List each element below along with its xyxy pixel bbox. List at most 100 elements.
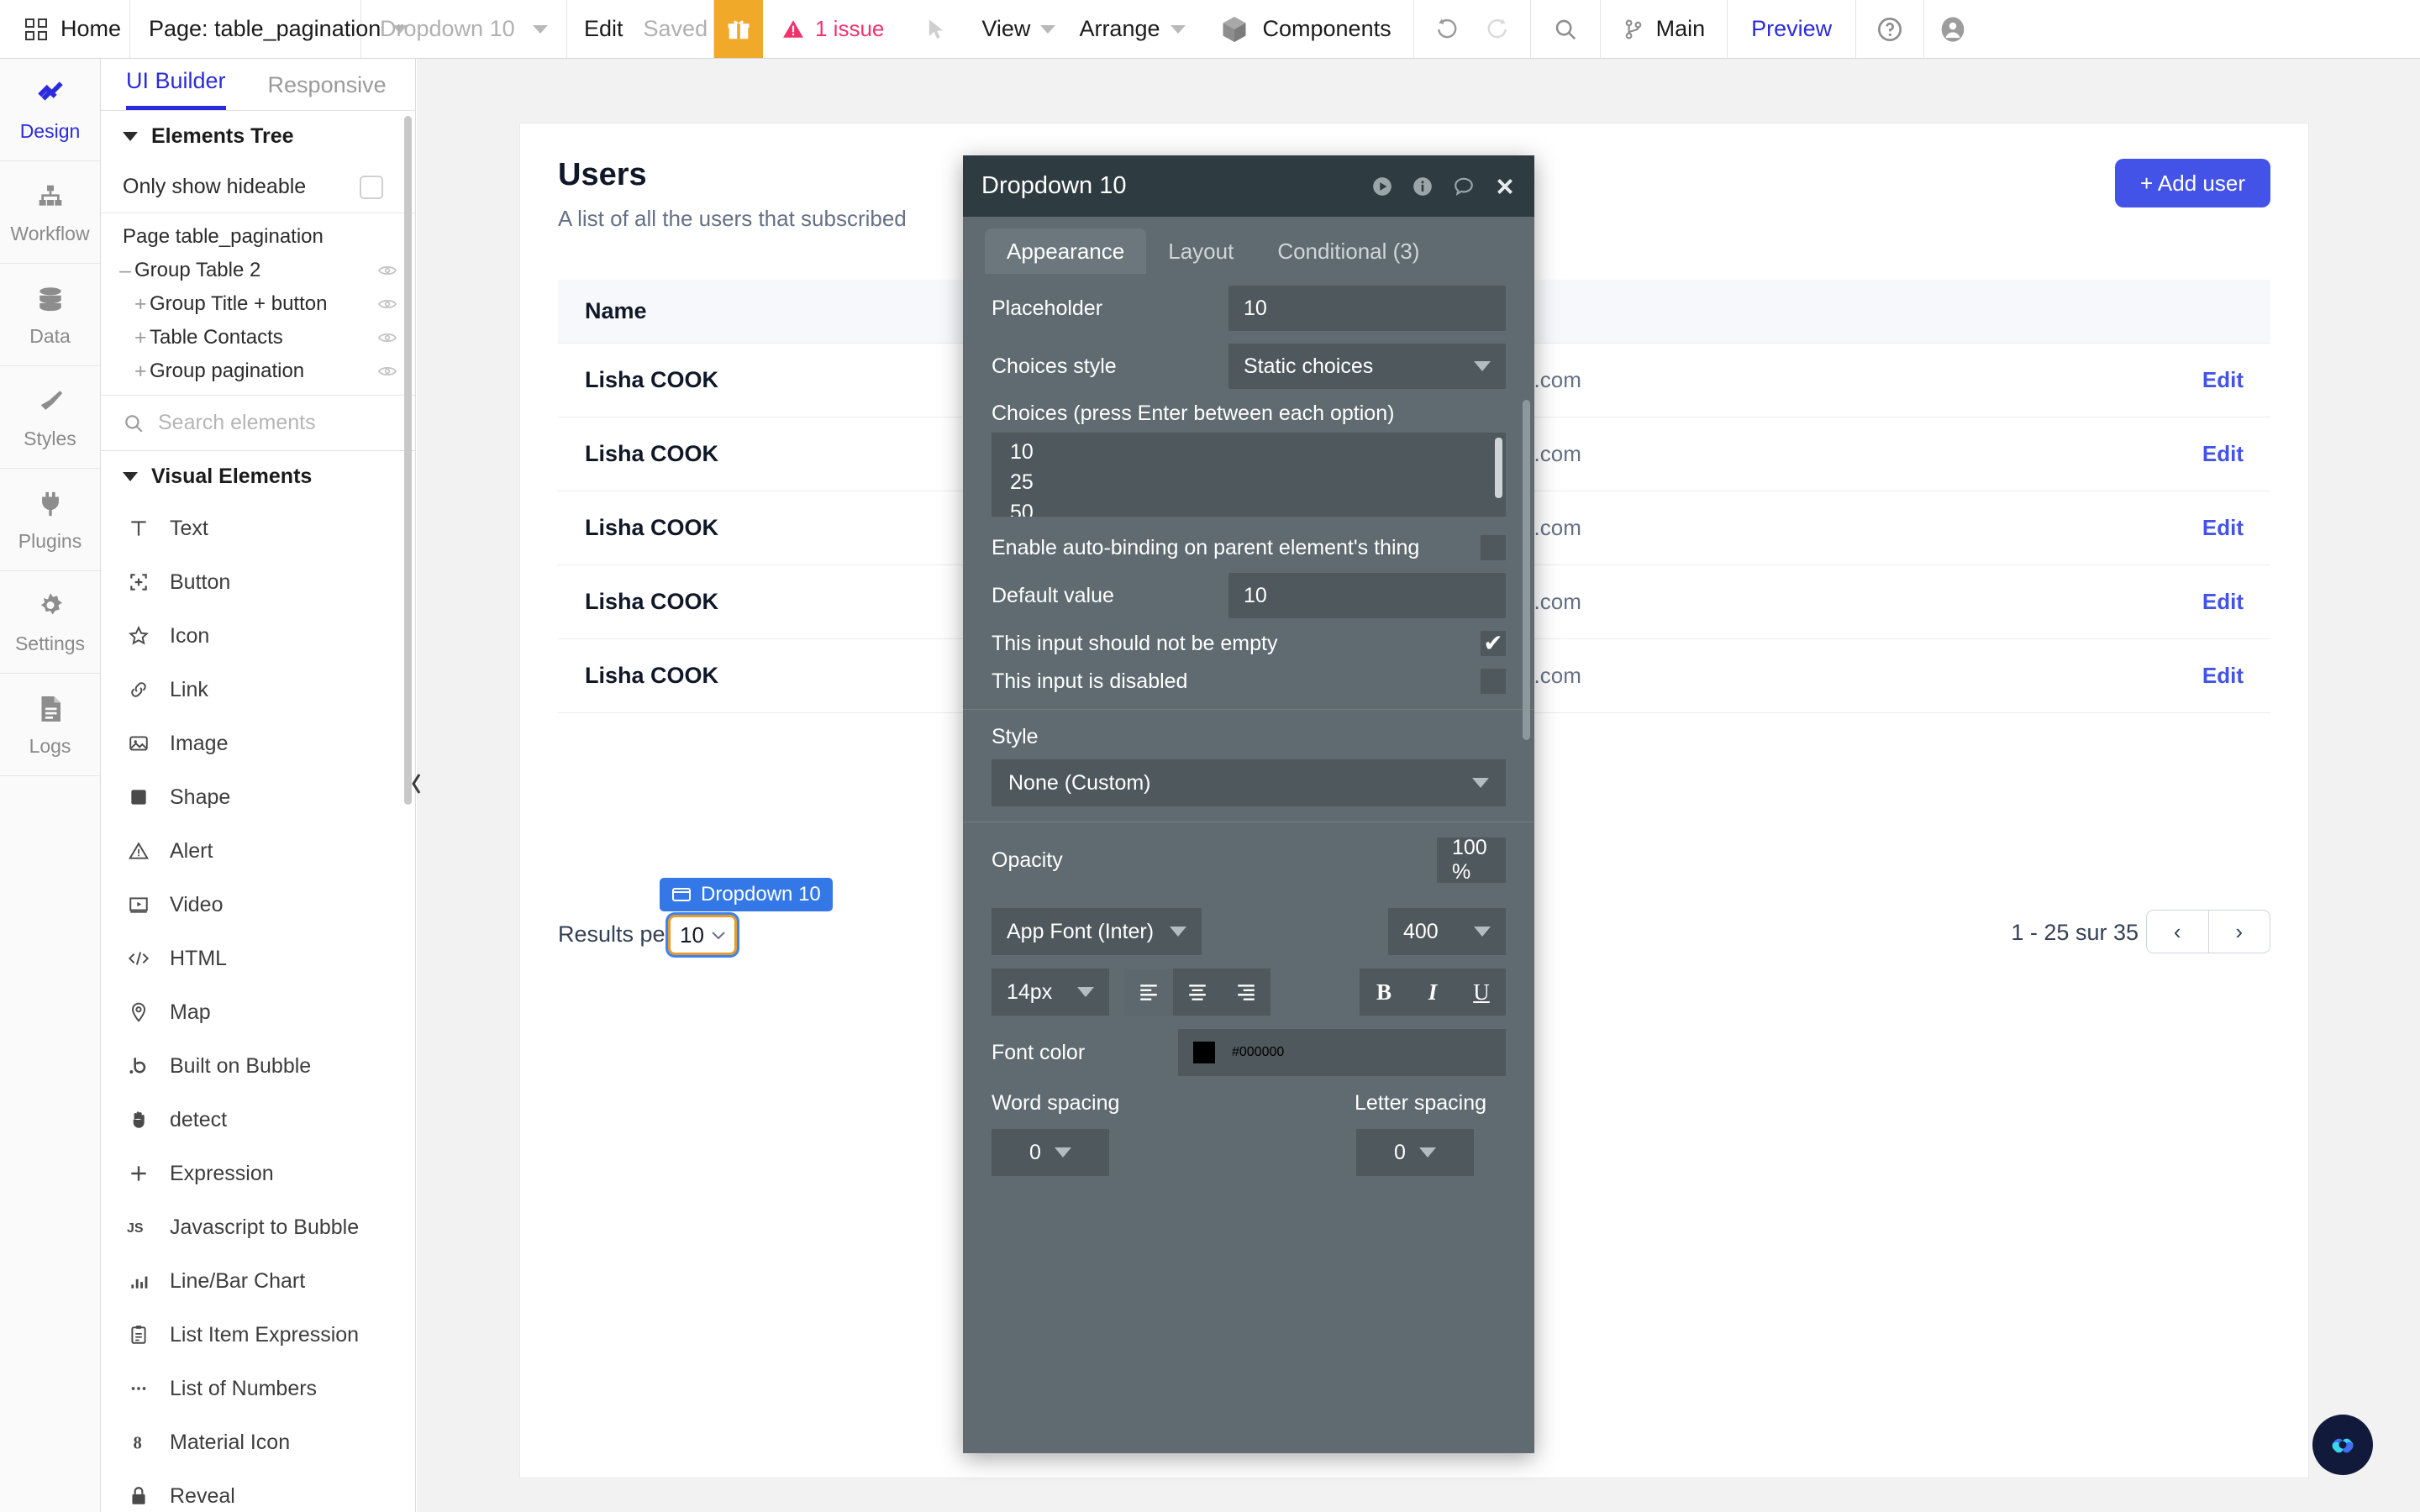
font-family-select[interactable]: App Font (Inter) — [992, 908, 1202, 955]
palette-item-reveal[interactable]: Reveal — [101, 1469, 415, 1512]
only-show-hideable-row[interactable]: Only show hideable — [101, 161, 415, 213]
eye-icon[interactable] — [378, 265, 397, 276]
pointer-tool[interactable] — [902, 0, 970, 58]
tree-expand-toggle[interactable]: + — [134, 360, 150, 384]
search-elements-row[interactable] — [101, 396, 415, 451]
tab-ui-builder[interactable]: UI Builder — [126, 68, 226, 110]
element-selector[interactable]: Dropdown 10 — [361, 0, 567, 58]
edit-label[interactable]: Edit — [584, 16, 623, 42]
redo-icon[interactable] — [1485, 17, 1512, 42]
branch-selector[interactable]: Main — [1601, 0, 1728, 58]
edit-link[interactable]: Edit — [2144, 367, 2270, 393]
issue-indicator[interactable]: 1 issue — [763, 0, 902, 58]
palette-item-expression[interactable]: Expression — [101, 1147, 415, 1200]
view-menu[interactable]: View — [970, 0, 1067, 58]
edit-link[interactable]: Edit — [2144, 515, 2270, 541]
align-left-button[interactable] — [1124, 969, 1173, 1016]
elements-tree-header[interactable]: Elements Tree — [101, 111, 415, 161]
visual-elements-header[interactable]: Visual Elements — [101, 451, 415, 501]
add-user-button[interactable]: + Add user — [2114, 159, 2270, 207]
sidebar-item-styles[interactable]: Styles — [0, 366, 100, 469]
tree-item-group-table-2[interactable]: – Group Table 2 — [101, 254, 415, 287]
palette-item-shape[interactable]: Shape — [101, 770, 415, 824]
preview-button[interactable]: Preview — [1728, 0, 1857, 58]
search-input[interactable] — [158, 411, 368, 435]
tab-responsive[interactable]: Responsive — [268, 72, 387, 110]
page-selector[interactable]: Page: table_pagination — [130, 0, 408, 58]
assistant-fab[interactable] — [2312, 1415, 2373, 1475]
eye-icon[interactable] — [378, 332, 397, 344]
sidebar-item-plugins[interactable]: Plugins — [0, 469, 100, 571]
dialog-header[interactable]: Dropdown 10 — [963, 155, 1534, 217]
edit-link[interactable]: Edit — [2144, 589, 2270, 615]
align-center-button[interactable] — [1173, 969, 1222, 1016]
tab-appearance[interactable]: Appearance — [985, 228, 1147, 274]
choices-scrollbar[interactable] — [1495, 438, 1502, 498]
palette-item-material-icon[interactable]: 8 Material Icon — [101, 1415, 415, 1469]
sidebar-item-design[interactable]: Design — [0, 59, 100, 161]
sidebar-item-data[interactable]: Data — [0, 264, 100, 366]
underline-button[interactable]: U — [1457, 969, 1506, 1016]
tree-item-page[interactable]: Page table_pagination — [101, 220, 415, 254]
opacity-input[interactable]: 100 % — [1437, 836, 1506, 884]
align-right-button[interactable] — [1222, 969, 1270, 1016]
next-page-button[interactable]: › — [2209, 911, 2270, 953]
close-button[interactable] — [1494, 176, 1516, 197]
tree-collapse-toggle[interactable]: – — [119, 259, 134, 283]
choices-style-select[interactable]: Static choices — [1228, 344, 1506, 389]
home-button[interactable]: Home — [0, 0, 130, 58]
font-size-select[interactable]: 14px — [992, 969, 1109, 1016]
panel-collapse-handle[interactable] — [409, 769, 424, 799]
palette-item-line-bar-chart[interactable]: Line/Bar Chart — [101, 1254, 415, 1308]
eye-icon[interactable] — [378, 365, 397, 377]
edit-link[interactable]: Edit — [2144, 441, 2270, 467]
arrange-menu[interactable]: Arrange — [1067, 0, 1197, 58]
results-per-page-dropdown[interactable]: 10 — [668, 915, 737, 955]
palette-item-link[interactable]: Link — [101, 663, 415, 717]
user-avatar[interactable] — [1924, 0, 1988, 58]
autobinding-checkbox[interactable] — [1481, 535, 1506, 560]
dialog-scrollbar[interactable] — [1523, 400, 1530, 740]
font-weight-select[interactable]: 400 — [1388, 908, 1506, 955]
palette-item-alert[interactable]: Alert — [101, 824, 415, 878]
preview-element-button[interactable] — [1371, 176, 1393, 197]
prev-page-button[interactable]: ‹ — [2147, 911, 2209, 953]
palette-item-built-on-bubble[interactable]: Built on Bubble — [101, 1039, 415, 1093]
gift-button[interactable] — [714, 0, 763, 58]
palette-item-button[interactable]: Button — [101, 555, 415, 609]
panel-scrollbar[interactable] — [404, 116, 412, 805]
search-button[interactable] — [1531, 0, 1601, 58]
tab-layout[interactable]: Layout — [1146, 228, 1255, 274]
tree-item-table-contacts[interactable]: + Table Contacts — [101, 321, 415, 354]
not-empty-checkbox[interactable]: ✔ — [1481, 631, 1506, 656]
tree-expand-toggle[interactable]: + — [134, 326, 150, 350]
help-button[interactable] — [1856, 0, 1925, 58]
bold-button[interactable]: B — [1360, 969, 1408, 1016]
eye-icon[interactable] — [378, 298, 397, 310]
tree-expand-toggle[interactable]: + — [134, 292, 150, 317]
only-show-hideable-checkbox[interactable] — [360, 175, 383, 199]
sidebar-item-settings[interactable]: Settings — [0, 571, 100, 674]
sidebar-item-workflow[interactable]: Workflow — [0, 161, 100, 264]
palette-item-detect[interactable]: detect — [101, 1093, 415, 1147]
tree-item-group-pagination[interactable]: + Group pagination — [101, 354, 415, 388]
palette-item-html[interactable]: HTML — [101, 932, 415, 985]
palette-item-javascript-to-bubble[interactable]: JS Javascript to Bubble — [101, 1200, 415, 1254]
palette-item-icon[interactable]: Icon — [101, 609, 415, 663]
edit-link[interactable]: Edit — [2144, 663, 2270, 689]
palette-item-video[interactable]: Video — [101, 878, 415, 932]
tab-conditional[interactable]: Conditional (3) — [1255, 228, 1441, 274]
palette-item-text[interactable]: Text — [101, 501, 415, 555]
palette-item-image[interactable]: Image — [101, 717, 415, 770]
sidebar-item-logs[interactable]: Logs — [0, 674, 100, 776]
font-color-input[interactable]: #000000 — [1178, 1029, 1506, 1076]
placeholder-input[interactable]: 10 — [1228, 286, 1506, 331]
letter-spacing-select[interactable]: 0 — [1356, 1129, 1474, 1176]
tree-item-group-title-button[interactable]: + Group Title + button — [101, 287, 415, 321]
comment-button[interactable] — [1452, 176, 1476, 197]
components-button[interactable]: Components — [1197, 0, 1414, 58]
italic-button[interactable]: I — [1408, 969, 1457, 1016]
disabled-checkbox[interactable] — [1481, 669, 1506, 694]
palette-item-list-item-expression[interactable]: List Item Expression — [101, 1308, 415, 1362]
undo-icon[interactable] — [1433, 17, 1460, 42]
